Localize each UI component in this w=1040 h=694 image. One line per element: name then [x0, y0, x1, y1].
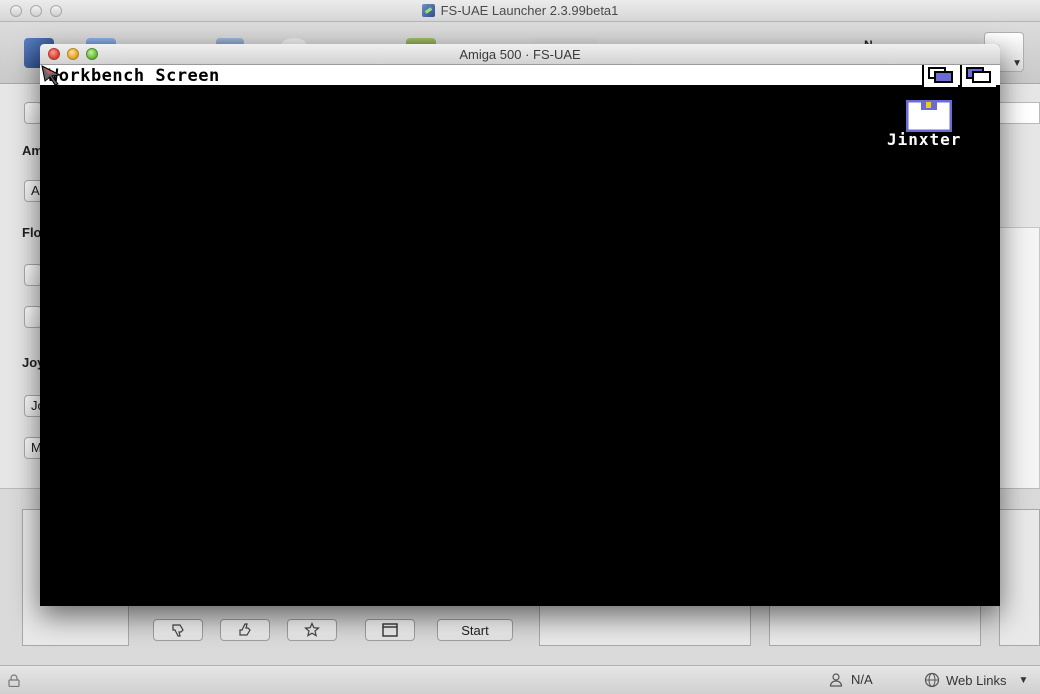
web-links-menu[interactable]: Web Links ▼ — [924, 672, 1028, 688]
chevron-down-icon[interactable]: ▼ — [1012, 58, 1022, 69]
emulator-titlebar[interactable]: Amiga 500 · FS-UAE — [40, 44, 1000, 65]
thumbs-up-button[interactable] — [220, 619, 270, 641]
emulator-window-controls — [48, 48, 98, 60]
emulator-minimize-button[interactable] — [67, 48, 79, 60]
floppy-drives-label: Flo — [22, 225, 42, 240]
lock-icon[interactable] — [8, 674, 20, 687]
workbench-screen[interactable]: Workbench Screen Jinxter — [40, 65, 1000, 606]
launcher-title: FS-UAE Launcher 2.3.99beta1 — [421, 3, 619, 18]
statusbar: N/A Web Links ▼ — [0, 665, 1040, 694]
launcher-close-button[interactable] — [10, 5, 22, 17]
favorite-button[interactable] — [287, 619, 337, 641]
thumbs-down-icon — [172, 624, 184, 637]
disk-label[interactable]: Jinxter — [887, 130, 961, 149]
star-icon — [304, 622, 320, 637]
search-field[interactable] — [996, 102, 1040, 124]
screen-depth-back-gadget[interactable] — [922, 65, 958, 87]
network-status[interactable]: N/A — [829, 672, 873, 687]
screenshot-panel-4 — [999, 509, 1040, 646]
depth-front-icon — [966, 67, 991, 83]
thumbs-up-icon — [239, 623, 251, 636]
web-links-label: Web Links — [946, 672, 1007, 688]
chevron-down-icon: ▼ — [1018, 674, 1029, 686]
fs-uae-app-icon — [421, 4, 435, 17]
globe-icon — [924, 672, 940, 688]
thumbs-down-button[interactable] — [153, 619, 203, 641]
launcher-title-text: FS-UAE Launcher 2.3.99beta1 — [440, 3, 619, 18]
fullscreen-button[interactable] — [365, 619, 415, 641]
launcher-minimize-button[interactable] — [30, 5, 42, 17]
start-button[interactable]: Start — [437, 619, 513, 641]
launcher-titlebar: FS-UAE Launcher 2.3.99beta1 — [0, 0, 1040, 22]
window-icon — [382, 623, 398, 637]
emulator-window: Amiga 500 · FS-UAE Workbench Screen Jinx… — [40, 44, 1000, 606]
network-status-text: N/A — [851, 672, 873, 687]
workbench-title: Workbench Screen — [48, 66, 220, 86]
launcher-window-controls — [10, 5, 62, 17]
emulator-zoom-button[interactable] — [86, 48, 98, 60]
floppy-disk-icon[interactable] — [906, 100, 952, 132]
workbench-title-bar[interactable]: Workbench Screen — [40, 65, 1000, 87]
mouse-pointer-icon — [41, 65, 62, 85]
launcher-zoom-button[interactable] — [50, 5, 62, 17]
depth-back-icon — [928, 67, 953, 83]
emulator-close-button[interactable] — [48, 48, 60, 60]
screen-depth-front-gadget[interactable] — [960, 65, 996, 87]
emulator-title: Amiga 500 · FS-UAE — [459, 46, 581, 62]
user-icon — [829, 672, 843, 687]
